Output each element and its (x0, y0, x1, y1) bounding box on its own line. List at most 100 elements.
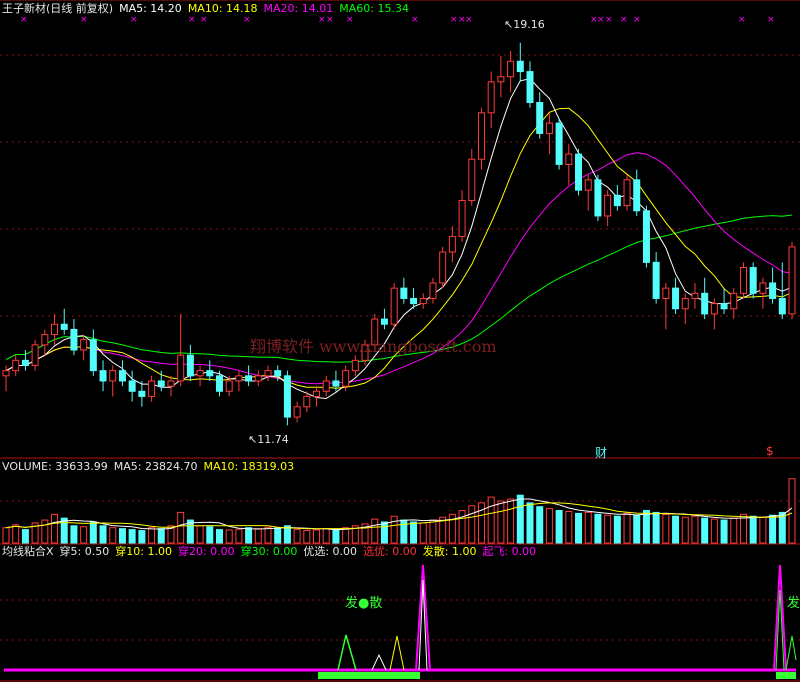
indicator-header-item: 均线粘合X (2, 545, 54, 558)
volume-bar (565, 510, 573, 544)
x-marker: × (738, 15, 746, 25)
volume-bar (604, 514, 612, 544)
x-marker: × (605, 15, 613, 25)
volume-bar (739, 513, 747, 544)
volume-bar (274, 527, 282, 544)
volume-bar (623, 512, 631, 544)
volume-bar (128, 529, 136, 544)
x-marker: × (411, 15, 419, 25)
volume-bar (759, 516, 767, 544)
volume-bar (235, 528, 243, 544)
candle-body (60, 323, 68, 330)
x-marker: × (346, 15, 354, 25)
x-marker: × (130, 15, 138, 25)
volume-bar (12, 524, 20, 544)
volume-bar (2, 527, 10, 544)
candle-body (31, 344, 39, 366)
candle-body (623, 179, 631, 207)
candle-body (293, 406, 301, 418)
candle-body (739, 267, 747, 294)
volume-bar (730, 517, 738, 544)
x-marker: × (597, 15, 605, 25)
volume-bar (516, 494, 524, 544)
candle-body (691, 292, 699, 299)
candle-body (148, 380, 156, 397)
candle-body (274, 370, 282, 377)
volume-bar (487, 496, 495, 544)
dollar-label: $ (766, 444, 774, 458)
volume-bar (613, 515, 621, 544)
volume-bar (720, 519, 728, 544)
volume-bar (99, 525, 107, 544)
volume-bar (555, 510, 563, 544)
candle-body (138, 390, 146, 397)
cai-label: 财 (595, 446, 608, 460)
volume-bar (642, 510, 650, 544)
indicator-spike (371, 653, 387, 671)
indicator-header-item: 穿10: 1.00 (115, 545, 172, 558)
volume-bar (584, 511, 592, 544)
fa-san-label: 发●散 (345, 596, 383, 611)
x-marker: × (318, 15, 326, 25)
candle-body (545, 122, 553, 134)
volume-bar (458, 510, 466, 544)
volume-header: VOLUME: 33633.99 MA5: 23824.70 MA10: 18319… (2, 460, 300, 474)
signal-markers: × × × × × × × × × × × × × × × × × × × × (20, 15, 775, 25)
volume-bar (681, 516, 689, 544)
candle-body (225, 380, 233, 392)
volume-bar (380, 521, 388, 544)
volume-bar (410, 521, 418, 544)
candle-body (109, 370, 117, 382)
volume-bar (701, 517, 709, 544)
main-header-item: MA10: 14.18 (187, 2, 258, 15)
volume-bar (21, 529, 29, 544)
candle-body (80, 339, 88, 351)
candle-body (118, 370, 126, 382)
x-marker: × (620, 15, 628, 25)
volume-bar (177, 511, 185, 544)
volume-bar (691, 515, 699, 544)
x-marker: × (633, 15, 641, 25)
volume-bar (594, 513, 602, 544)
candle-body (177, 354, 185, 382)
candle-body (51, 323, 59, 336)
volume-bar (264, 526, 272, 544)
candle-body (584, 179, 592, 191)
candle-body (99, 370, 107, 382)
indicator-header-item: 穿20: 0.00 (177, 545, 235, 558)
candle-body (642, 210, 650, 263)
volume-bar (672, 515, 680, 544)
candle-body (89, 339, 97, 372)
candle-body (672, 287, 680, 310)
volume-header-item: MA5: 23824.70 (113, 460, 198, 473)
candle-body (128, 380, 136, 392)
candle-body (390, 287, 398, 325)
volume-bar (429, 519, 437, 544)
candle-body (594, 179, 602, 217)
volume-bar (138, 530, 146, 544)
volume-bar (303, 530, 311, 544)
volume-bar (196, 525, 204, 544)
main-header-item: MA20: 14.01 (263, 2, 334, 15)
volume-bar (710, 518, 718, 544)
indicator-header: 均线粘合X 穿5: 0.50 穿10: 1.00 穿20: 0.00 穿30: 0.00… (2, 545, 542, 559)
volume-bar (206, 526, 214, 544)
volume-bar (371, 518, 379, 544)
indicator-header-item: 发散: 1.00 (422, 545, 477, 558)
candle-body (575, 153, 583, 191)
candle-body (720, 303, 728, 310)
candle-body (41, 334, 49, 346)
candle-body (788, 246, 796, 315)
candle-body (769, 282, 777, 299)
volume-bar (322, 528, 330, 544)
candle-body (2, 370, 10, 377)
volume-header-item: VOLUME: 33633.99 (2, 460, 108, 473)
candle-body (497, 76, 505, 83)
volume-bar (215, 529, 223, 544)
volume-bar (633, 514, 641, 544)
candle-body (206, 370, 214, 377)
candle-body (70, 328, 78, 351)
candle-body (419, 297, 427, 305)
candle-body (516, 60, 524, 73)
candle-body (429, 282, 437, 299)
